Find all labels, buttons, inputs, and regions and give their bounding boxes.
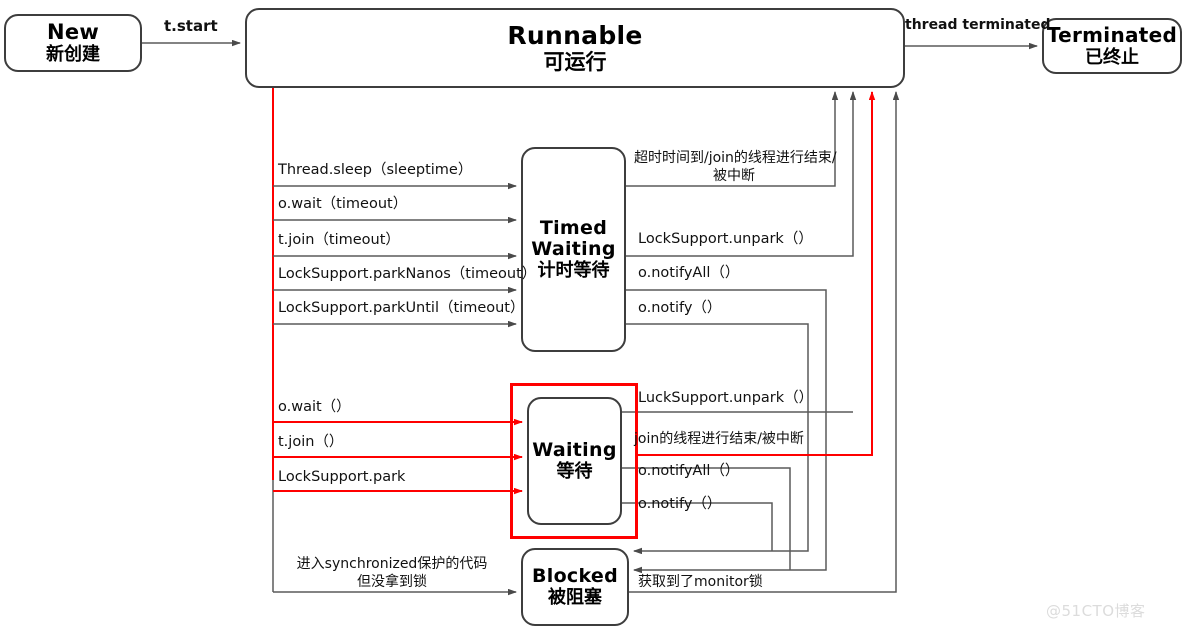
node-new-label-cn: 新创建 (46, 44, 100, 66)
node-blocked-label-en: Blocked (531, 564, 619, 587)
edge-label-timeout-reached: 超时时间到/join的线程进行结束/ 被中断 (634, 150, 837, 185)
edge-label-join-ended: join的线程进行结束/被中断 (634, 431, 804, 447)
node-timed-label-cn: 计时等待 (537, 260, 610, 282)
edge-label-unpark-waiting: LuckSupport.unpark（） (638, 390, 814, 406)
edge-label-notifyall-waiting: o.notifyAll（） (638, 463, 740, 479)
node-new-label-en: New (46, 19, 100, 44)
edge-label-timeout-reached-line2: 被中断 (713, 167, 755, 184)
edge-label-enter-synchronized-line2: 但没拿到锁 (357, 573, 427, 590)
node-terminated-label-en: Terminated (1046, 23, 1178, 48)
edge-label-owait-timeout: o.wait（timeout） (278, 196, 408, 212)
node-timed-label-en2: Waiting (531, 237, 616, 260)
waiting-highlight-box (510, 383, 638, 539)
state-node-terminated: Terminated 已终止 (1042, 18, 1182, 74)
edge-label-timeout-reached-line1: 超时时间到/join的线程进行结束/ (634, 150, 837, 166)
edge-label-enter-synchronized: 进入synchronized保护的代码 但没拿到锁 (278, 556, 506, 591)
state-node-timed-waiting: Timed Waiting 计时等待 (521, 147, 626, 352)
edge-label-enter-synchronized-line1: 进入synchronized保护的代码 (296, 556, 488, 572)
state-node-runnable: Runnable 可运行 (245, 8, 905, 88)
node-timed-label-en1: Timed (539, 216, 608, 239)
node-terminated-label-cn: 已终止 (1085, 46, 1139, 68)
watermark: @51CTO博客 (1046, 602, 1146, 620)
edge-label-acquired-monitor: 获取到了monitor锁 (638, 574, 763, 590)
edge-label-start: t.start (164, 17, 218, 35)
edge-label-notifyall-timed: o.notifyAll（） (638, 265, 740, 281)
edge-label-lockpark: LockSupport.park (278, 469, 406, 485)
edge-label-parkuntil: LockSupport.parkUntil（timeout） (278, 300, 525, 316)
edge-label-thread-sleep: Thread.sleep（sleeptime） (278, 162, 473, 178)
state-node-new: New 新创建 (4, 14, 142, 72)
node-runnable-label-cn: 可运行 (543, 49, 607, 74)
edge-label-parknanos: LockSupport.parkNanos（timeout） (278, 266, 537, 282)
edge-label-thread-terminated: thread terminated (905, 17, 1051, 33)
edge-label-tjoin-timeout: t.join（timeout） (278, 232, 400, 248)
edge-label-unpark-timed: LockSupport.unpark（） (638, 231, 813, 247)
edge-label-notify-timed: o.notify（） (638, 300, 722, 316)
edge-label-tjoin: t.join（） (278, 434, 344, 450)
edge-label-owait: o.wait（） (278, 399, 351, 415)
edge-label-notify-waiting: o.notify（） (638, 496, 722, 512)
node-blocked-label-cn: 被阻塞 (548, 587, 602, 609)
node-runnable-label-en: Runnable (507, 20, 643, 50)
state-node-blocked: Blocked 被阻塞 (521, 548, 629, 626)
thread-state-diagram: New 新创建 Runnable 可运行 Terminated 已终止 Time… (0, 0, 1184, 629)
